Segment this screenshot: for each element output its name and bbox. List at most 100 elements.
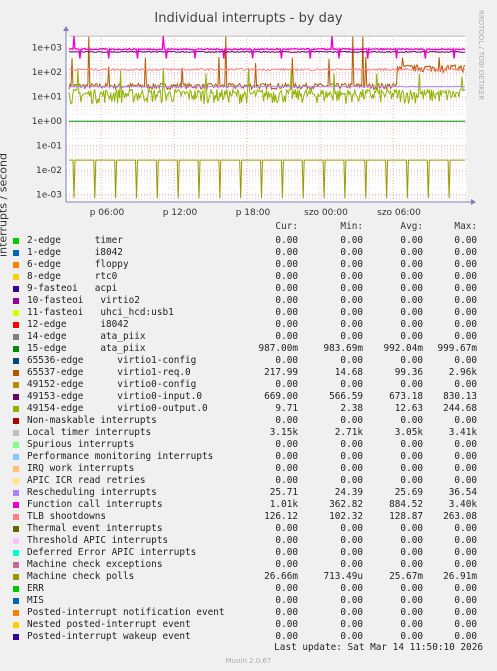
munin-version: Munin 2.0.67 [225,657,272,665]
legend-value-cur: 0.00 [275,415,298,426]
legend-series-name: Posted-interrupt notification event [27,607,225,618]
legend-value-cur: 0.00 [275,283,298,294]
x-tick-label: p 12:00 [163,208,198,218]
legend-row: 12-edge i8042 0.00 0.00 0.00 0.00 [13,319,491,331]
legend-row: Performance monitoring interrupts 0.00 0.0… [13,451,491,463]
legend-value-max: 0.00 [454,439,477,450]
legend-value-cur: 0.00 [275,595,298,606]
legend-value-cur: 0.00 [275,319,298,330]
legend-value-max: 0.00 [454,271,477,282]
legend-swatch [13,358,19,364]
legend-row: Spurious interrupts 0.00 0.00 0.00 0.00 [13,439,491,451]
legend-value-max: 0.00 [454,247,477,258]
legend-series-name: 11-fasteoi uhci_hcd:usb1 [27,307,174,318]
y-tick-label: 1e-01 [36,142,62,152]
legend-series-name: Rescheduling interrupts [27,487,157,498]
legend-swatch [13,586,19,592]
legend-row: 49154-edge virtio0-output.0 9.71 2.38 12.63… [13,403,491,415]
legend-swatch [13,262,19,268]
legend-value-max: 0.00 [454,559,477,570]
legend-series-name: Machine check polls [27,571,135,582]
legend-value-cur: 0.00 [275,523,298,534]
legend-value-cur: 0.00 [275,463,298,474]
legend-value-cur: 0.00 [275,355,298,366]
legend-value-cur: 25.71 [269,487,298,498]
legend-swatch [13,598,19,604]
legend-value-cur: 0.00 [275,259,298,270]
legend-row: IRQ work interrupts 0.00 0.00 0.00 0.00 [13,463,491,475]
legend-value-max: 0.00 [454,415,477,426]
legend-row: 14-edge ata_piix 0.00 0.00 0.00 0.00 [13,331,491,343]
legend-value-cur: 0.00 [275,559,298,570]
legend-value-cur: 0.00 [275,607,298,618]
legend-series-name: Machine check exceptions [27,559,163,570]
legend-value-max: 830.13 [443,391,477,402]
x-tick-label: p 18:00 [236,208,271,218]
legend-row: 15-edge ata_piix 987.00m 983.69m 992.04m 999… [13,343,491,355]
legend-value-cur: 0.00 [275,331,298,342]
legend-swatch [13,478,19,484]
legend-value-max: 3.40k [448,499,477,510]
legend-swatch [13,442,19,448]
legend-series-name: APIC ICR read retries [27,475,146,486]
legend-value-cur: 987.00m [258,343,298,354]
legend-value-max: 0.00 [454,475,477,486]
legend-series-name: 49154-edge virtio0-output.0 [27,403,208,414]
legend-series-name: 6-edge floppy [27,259,129,270]
legend-swatch [13,514,19,520]
legend-series-name: 8-edge rtc0 [27,271,118,282]
legend-series-name: Threshold APIC interrupts [27,535,169,546]
plot-area: p 06:00 p 12:00 p 18:00 szo 00:00 szo 06:00 1… [32,26,476,218]
legend-row: Local timer interrupts 3.15k 2.71k 3.05k 3.4… [13,427,491,439]
legend-header: Cur: Min: Avg: Max: [13,221,491,233]
legend-value-cur: 9.71 [275,403,298,414]
legend-swatch [13,418,19,424]
legend-column-header: Max: [454,221,477,232]
legend-value-max: 2.96k [448,367,477,378]
legend-swatch [13,490,19,496]
legend-value-cur: 217.99 [264,367,298,378]
y-tick-label: 1e+01 [32,93,62,103]
legend-row: 65537-edge virtio1-req.0 217.99 14.68 99.36… [13,367,491,379]
x-tick-label: p 06:00 [90,208,125,218]
legend-series-name: 14-edge ata_piix [27,331,146,342]
legend-series-name: 9-fasteoi acpi [27,283,118,294]
legend-swatch [13,406,19,412]
x-tick-label: szo 06:00 [377,208,421,218]
legend-series-name: MIS [27,595,44,606]
legend-swatch [13,610,19,616]
legend-series-name: 10-fasteoi virtio2 [27,295,140,306]
legend-row: Thermal event interrupts 0.00 0.00 0.00 0.00 [13,523,491,535]
legend-swatch [13,622,19,628]
legend-swatch [13,526,19,532]
legend-swatch [13,430,19,436]
legend-value-max: 0.00 [454,583,477,594]
legend-value-max: 0.00 [454,607,477,618]
legend-swatch [13,370,19,376]
legend-swatch [13,634,19,640]
legend-swatch [13,550,19,556]
legend-value-cur: 0.00 [275,583,298,594]
legend-value-cur: 0.00 [275,307,298,318]
legend-row: 2-edge timer 0.00 0.00 0.00 0.00 [13,235,491,247]
legend-row: Function call interrupts 1.01k 362.82 884.5… [13,499,491,511]
legend-value-cur: 669.00 [264,391,298,402]
legend-swatch [13,382,19,388]
legend-value-max: 0.00 [454,535,477,546]
legend-value-max: 263.08 [443,511,477,522]
legend-row: 9-fasteoi acpi 0.00 0.00 0.00 0.00 [13,283,491,295]
legend-value-max: 3.41k [448,427,477,438]
legend-row: Posted-interrupt notification event 0.00 0… [13,607,491,619]
legend-swatch [13,466,19,472]
legend-row: Nested posted-interrupt event 0.00 0.00 0.0… [13,619,491,631]
x-axis-arrow [471,199,476,205]
legend-series-name: 65537-edge virtio1-req.0 [27,367,191,378]
y-tick-label: 1e+03 [32,44,62,54]
legend-series-name: 15-edge ata_piix [27,343,146,354]
legend-value-cur: 0.00 [275,619,298,630]
legend-swatch [13,394,19,400]
legend-series-name: Thermal event interrupts [27,523,163,534]
legend-row: 6-edge floppy 0.00 0.00 0.00 0.00 [13,259,491,271]
legend-value-max: 0.00 [454,259,477,270]
legend-series-name: Nested posted-interrupt event [27,619,191,630]
